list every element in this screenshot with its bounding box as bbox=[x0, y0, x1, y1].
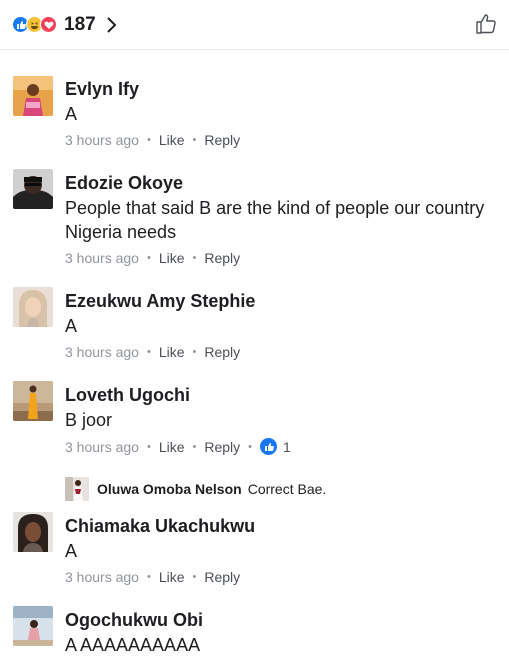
separator-dot: • bbox=[192, 134, 197, 146]
separator-dot: • bbox=[146, 571, 151, 583]
love-icon bbox=[40, 16, 57, 33]
comment-meta: 3 hours ago • Like • Reply • 1 bbox=[65, 438, 291, 455]
comment-meta: 3 hours ago • Like • Reply bbox=[65, 250, 240, 266]
like-button[interactable]: Like bbox=[159, 569, 185, 585]
comment-author[interactable]: Chiamaka Ukachukwu bbox=[65, 516, 255, 537]
separator-dot: • bbox=[192, 346, 197, 358]
separator-dot: • bbox=[146, 134, 151, 146]
avatar[interactable] bbox=[13, 381, 53, 421]
like-count: 1 bbox=[283, 438, 291, 455]
reactions-bar: 187 bbox=[0, 0, 509, 50]
chevron-right-icon[interactable] bbox=[106, 16, 118, 34]
comment-author[interactable]: Edozie Okoye bbox=[65, 173, 183, 194]
comment-meta: 3 hours ago • Like • Reply bbox=[65, 569, 240, 585]
avatar[interactable] bbox=[13, 287, 53, 327]
thumbs-up-icon[interactable] bbox=[475, 13, 497, 40]
comment-text: A bbox=[65, 316, 78, 336]
comment-text: A bbox=[65, 104, 78, 124]
separator-dot: • bbox=[192, 571, 197, 583]
reply-button[interactable]: Reply bbox=[204, 250, 240, 266]
comment-text: A AAAAAAAAAA bbox=[65, 635, 201, 655]
separator-dot: • bbox=[146, 440, 151, 453]
comment-text: B joor bbox=[65, 410, 113, 430]
comment-author[interactable]: Loveth Ugochi bbox=[65, 385, 190, 406]
reply-button[interactable]: Reply bbox=[204, 344, 240, 360]
comment-time[interactable]: 3 hours ago bbox=[65, 344, 139, 360]
comment-author[interactable]: Ogochukwu Obi bbox=[65, 610, 203, 631]
separator-dot: • bbox=[146, 346, 151, 358]
reaction-summary[interactable] bbox=[12, 16, 57, 33]
like-icon bbox=[260, 438, 278, 455]
reply-button[interactable]: Reply bbox=[204, 439, 240, 455]
reply-button[interactable]: Reply bbox=[204, 132, 240, 148]
like-button[interactable]: Like bbox=[159, 344, 185, 360]
comment-author[interactable]: Evlyn Ify bbox=[65, 79, 139, 100]
reply-button[interactable]: Reply bbox=[204, 569, 240, 585]
avatar[interactable] bbox=[13, 76, 53, 116]
comment-time[interactable]: 3 hours ago bbox=[65, 439, 139, 455]
separator-dot: • bbox=[192, 440, 197, 453]
avatar bbox=[65, 477, 89, 501]
comment-likes[interactable]: 1 bbox=[260, 438, 291, 455]
comment-text: A bbox=[65, 541, 78, 561]
reply-author[interactable]: Oluwa Omoba Nelson bbox=[97, 481, 242, 497]
reply-text: Correct Bae. bbox=[247, 481, 327, 497]
separator-dot: • bbox=[248, 440, 253, 453]
comment-meta: 3 hours ago • Like • Reply bbox=[65, 344, 240, 360]
like-button[interactable]: Like bbox=[159, 250, 185, 266]
comment-time[interactable]: 3 hours ago bbox=[65, 250, 139, 266]
comment-author[interactable]: Ezeukwu Amy Stephie bbox=[65, 291, 255, 312]
comment-time[interactable]: 3 hours ago bbox=[65, 132, 139, 148]
avatar[interactable] bbox=[13, 512, 53, 552]
separator-dot: • bbox=[146, 252, 151, 264]
comment-text: People that said B are the kind of peopl… bbox=[65, 198, 485, 242]
reply-preview[interactable]: Oluwa Omoba Nelson Correct Bae. bbox=[65, 477, 326, 501]
like-button[interactable]: Like bbox=[159, 132, 185, 148]
separator-dot: • bbox=[192, 252, 197, 264]
comment-meta: 3 hours ago • Like • Reply bbox=[65, 132, 240, 148]
avatar[interactable] bbox=[13, 169, 53, 209]
comment-time[interactable]: 3 hours ago bbox=[65, 569, 139, 585]
avatar[interactable] bbox=[13, 606, 53, 646]
like-button[interactable]: Like bbox=[159, 439, 185, 455]
reaction-count[interactable]: 187 bbox=[64, 14, 96, 36]
